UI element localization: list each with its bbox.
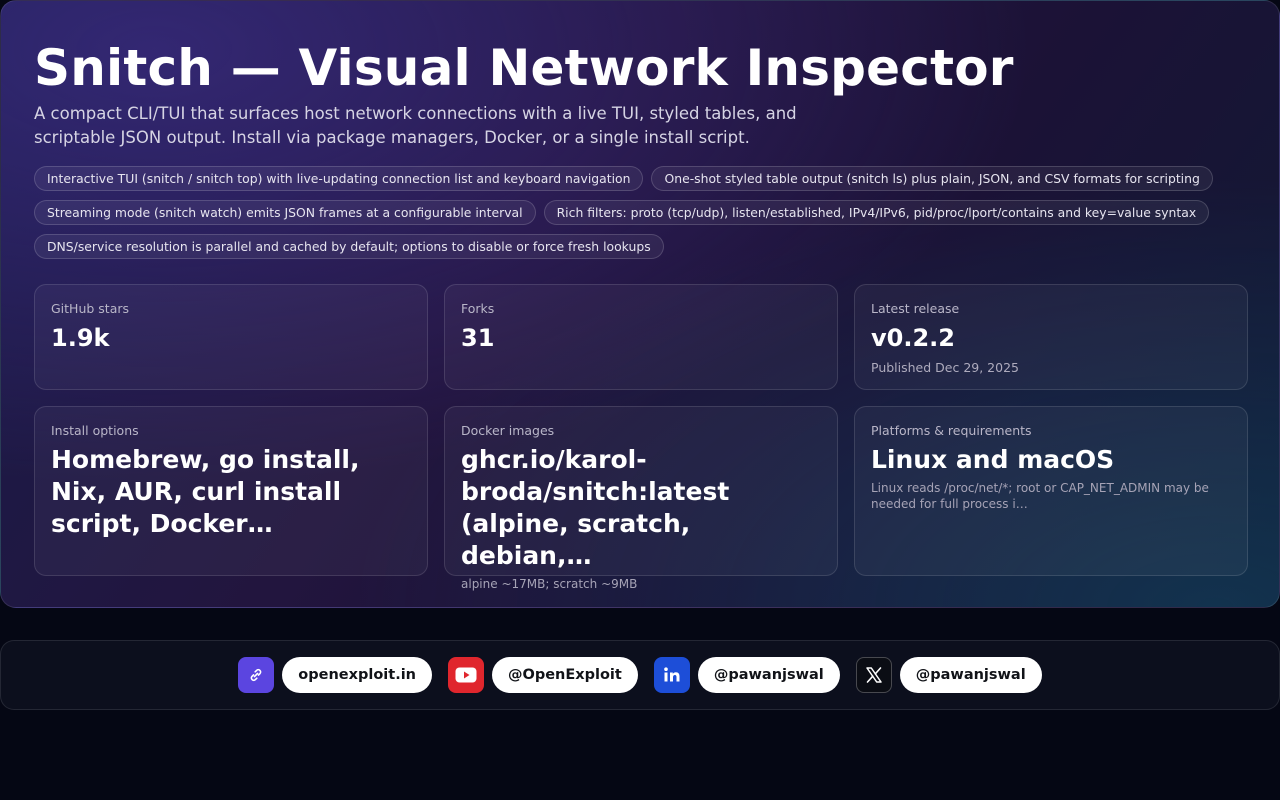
x-label[interactable]: @pawanjswal: [899, 657, 1042, 693]
website-link[interactable]: openexploit.in: [238, 657, 432, 693]
stars-card: GitHub stars 1.9k: [34, 284, 428, 390]
install-value: Homebrew, go install, Nix, AUR, curl ins…: [51, 445, 360, 538]
stars-value: 1.9k: [51, 324, 110, 352]
youtube-label[interactable]: @OpenExploit: [492, 657, 638, 693]
social-footer: openexploit.in @OpenExploit @pawanjswal: [0, 640, 1280, 710]
hero-panel: Snitch — Visual Network Inspector A comp…: [0, 0, 1280, 608]
linkedin-icon[interactable]: [653, 657, 690, 693]
docker-note: alpine ~17MB; scratch ~9MB: [461, 577, 638, 591]
website-label[interactable]: openexploit.in: [282, 657, 432, 693]
youtube-icon[interactable]: [448, 657, 484, 693]
release-value: v0.2.2: [871, 324, 955, 352]
youtube-link[interactable]: @OpenExploit: [448, 657, 638, 693]
x-icon[interactable]: [855, 657, 892, 693]
forks-card: Forks 31: [444, 284, 838, 390]
release-card: Latest release v0.2.2 Published Dec 29, …: [854, 284, 1248, 390]
linkedin-link[interactable]: @pawanjswal: [653, 657, 840, 693]
feature-chips: Interactive TUI (snitch / snitch top) wi…: [34, 166, 1249, 268]
release-date: Published Dec 29, 2025: [871, 360, 1019, 375]
link-icon[interactable]: [238, 657, 275, 693]
linkedin-label[interactable]: @pawanjswal: [697, 657, 840, 693]
page-subtitle: A compact CLI/TUI that surfaces host net…: [34, 104, 797, 147]
install-card: Install options Homebrew, go install, Ni…: [34, 406, 428, 576]
release-label: Latest release: [871, 301, 960, 316]
feature-chip: Interactive TUI (snitch / snitch top) wi…: [34, 166, 644, 191]
docker-label: Docker images: [461, 423, 555, 438]
platforms-value: Linux and macOS: [871, 445, 1115, 474]
x-link[interactable]: @pawanjswal: [855, 657, 1042, 693]
forks-label: Forks: [461, 301, 495, 316]
feature-chip: Rich filters: proto (tcp/udp), listen/es…: [543, 200, 1210, 225]
feature-chip: Streaming mode (snitch watch) emits JSON…: [34, 200, 536, 225]
forks-value: 31: [461, 324, 495, 352]
page-title: Snitch — Visual Network Inspector: [34, 39, 1014, 97]
feature-chip: One-shot styled table output (snitch ls)…: [651, 166, 1213, 191]
docker-card: Docker images ghcr.io/karol-broda/snitch…: [444, 406, 838, 591]
platforms-label: Platforms & requirements: [871, 423, 1032, 438]
docker-value: ghcr.io/karol-broda/snitch:latest (alpin…: [461, 445, 730, 570]
stars-label: GitHub stars: [51, 301, 130, 316]
platforms-card: Platforms & requirements Linux and macOS…: [854, 406, 1248, 576]
feature-chip: DNS/service resolution is parallel and c…: [34, 234, 664, 259]
platforms-note: Linux reads /proc/net/*; root or CAP_NET…: [871, 481, 1209, 511]
install-label: Install options: [51, 423, 139, 438]
